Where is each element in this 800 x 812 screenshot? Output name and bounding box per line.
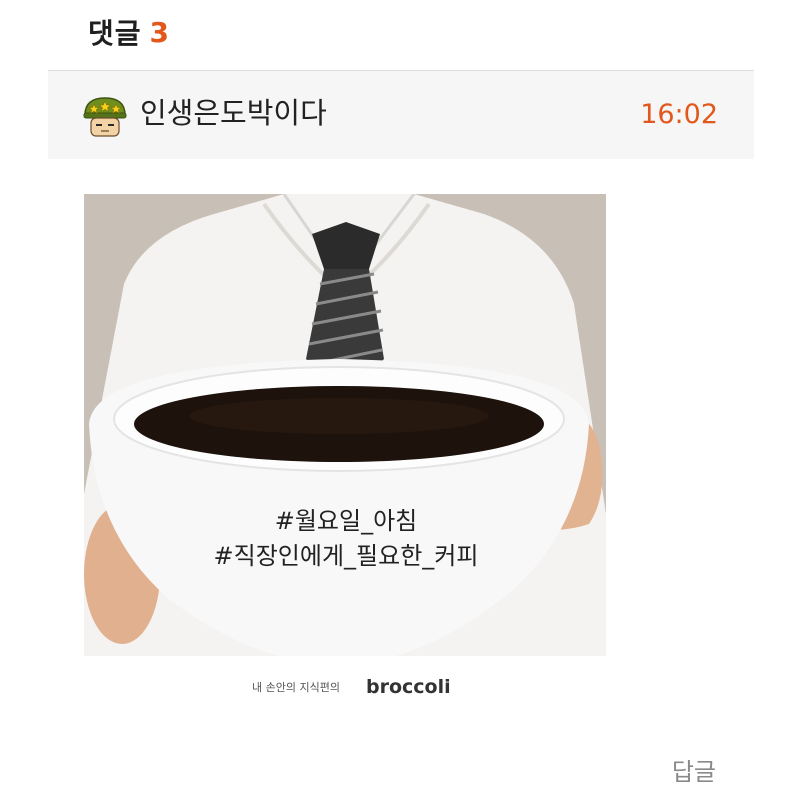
hashtag-line-1: #월요일_아침: [275, 507, 418, 535]
comment-image[interactable]: #월요일_아침 #직장인에게_필요한_커피 내 손안의 지식편의 broccol…: [84, 194, 606, 714]
comments-header: 댓글 3: [88, 12, 170, 52]
avatar-icon[interactable]: [82, 95, 128, 139]
comments-title: 댓글: [88, 17, 142, 50]
comment-time: 16:02: [640, 99, 718, 130]
comment-author[interactable]: 인생은도박이다: [140, 93, 327, 133]
caption-brand-text: broccoli: [366, 676, 451, 698]
hashtag-line-2: #직장인에게_필요한_커피: [214, 542, 479, 570]
comment-author-bar: 인생은도박이다 16:02: [48, 71, 754, 159]
comments-count: 3: [149, 15, 171, 49]
reply-button[interactable]: 답글: [672, 752, 716, 792]
caption-small-text: 내 손안의 지식편의: [252, 681, 340, 694]
comments-page: 댓글 3 인생은도박이다 16:02 #월요일_아침 #직장인에게_필요한_커피…: [0, 0, 800, 812]
